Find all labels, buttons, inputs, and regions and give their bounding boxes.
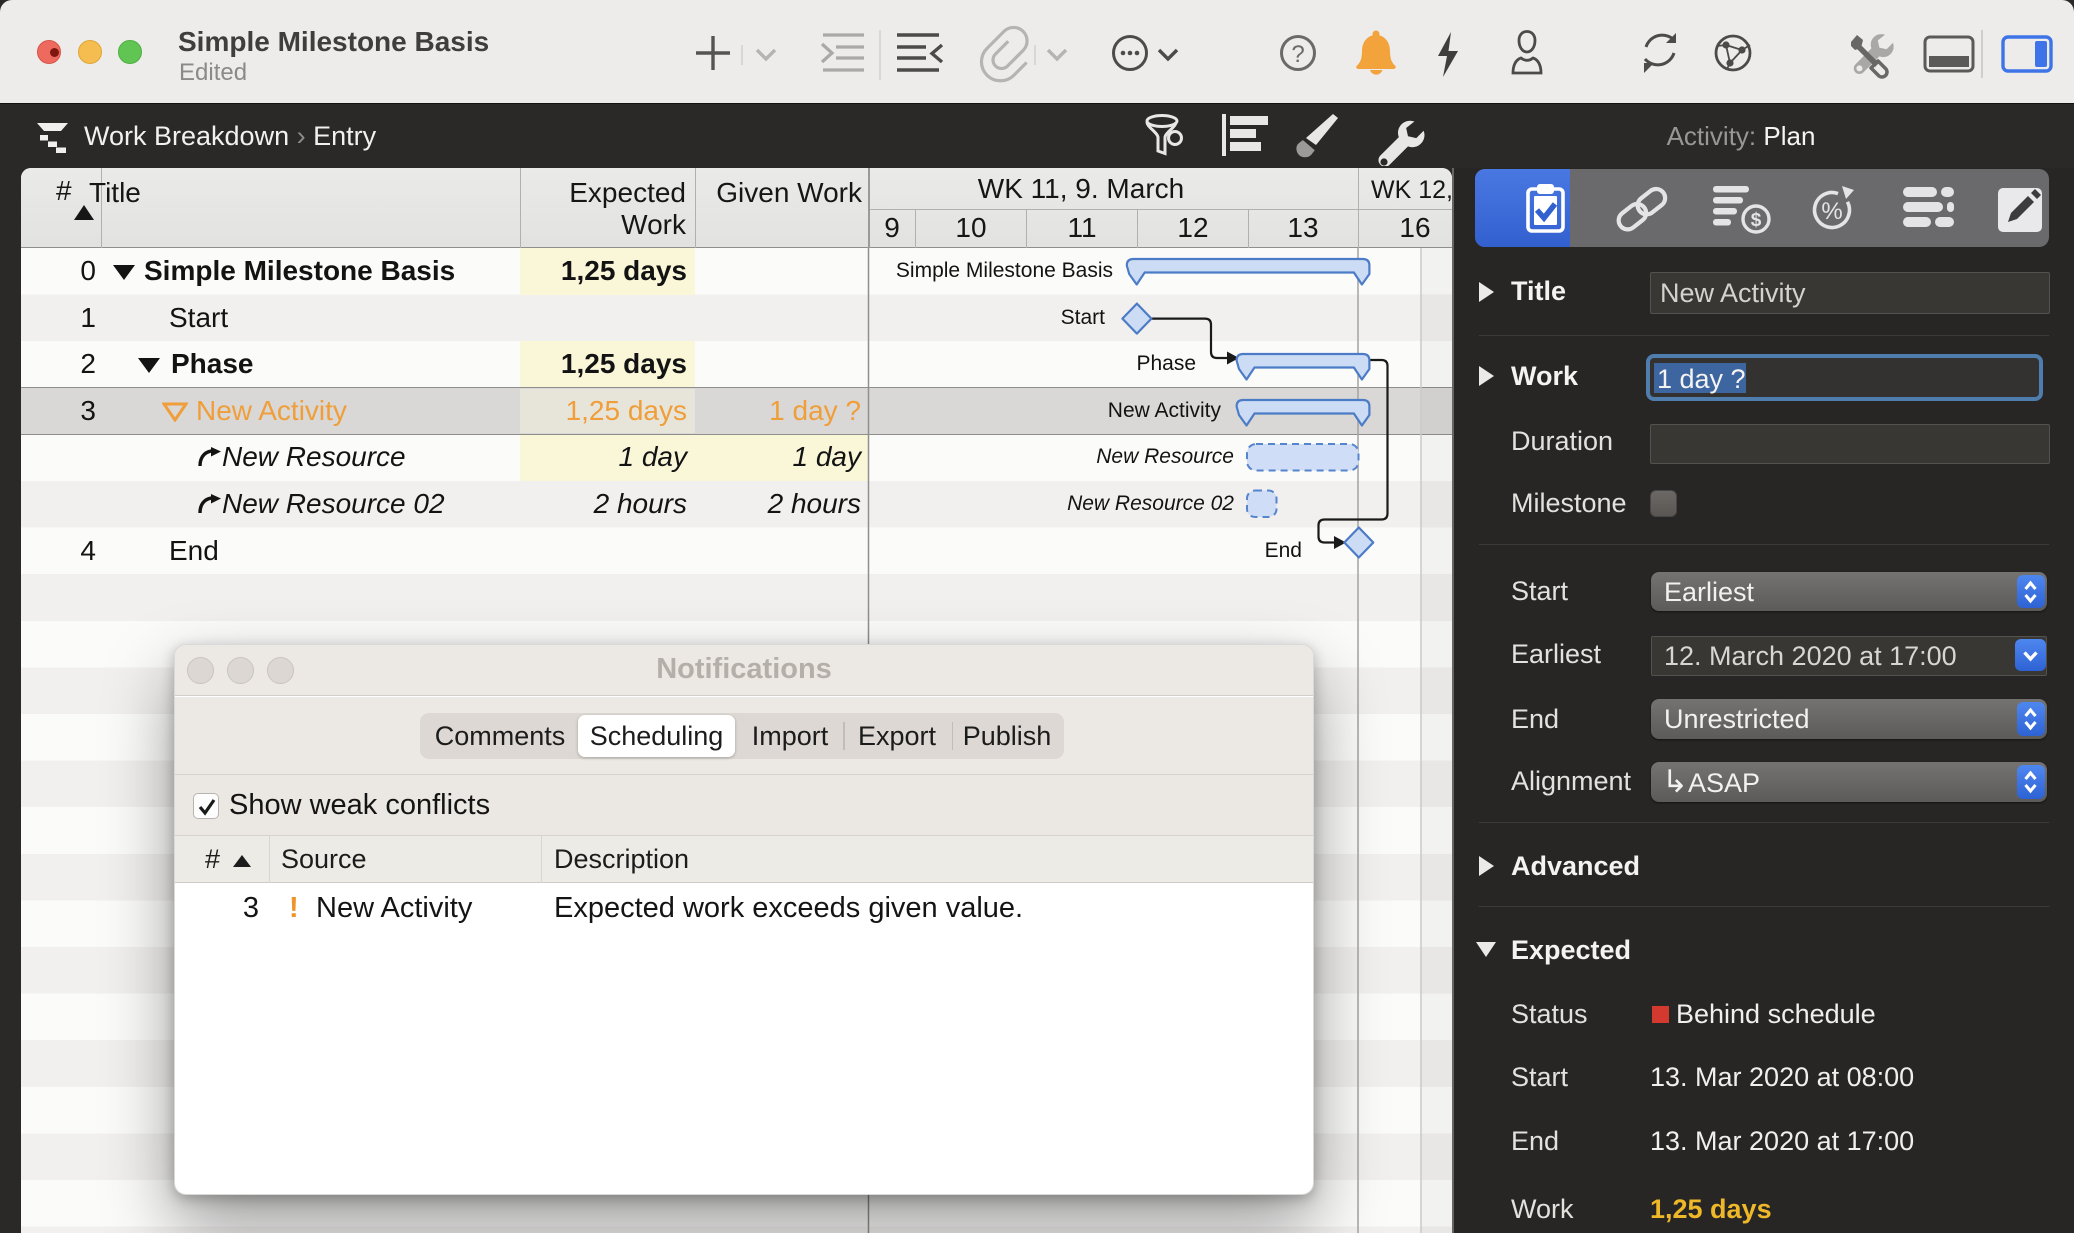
- svg-text:?: ?: [1291, 41, 1304, 68]
- svg-text:%: %: [1821, 198, 1842, 225]
- svg-text:$: $: [1750, 210, 1761, 231]
